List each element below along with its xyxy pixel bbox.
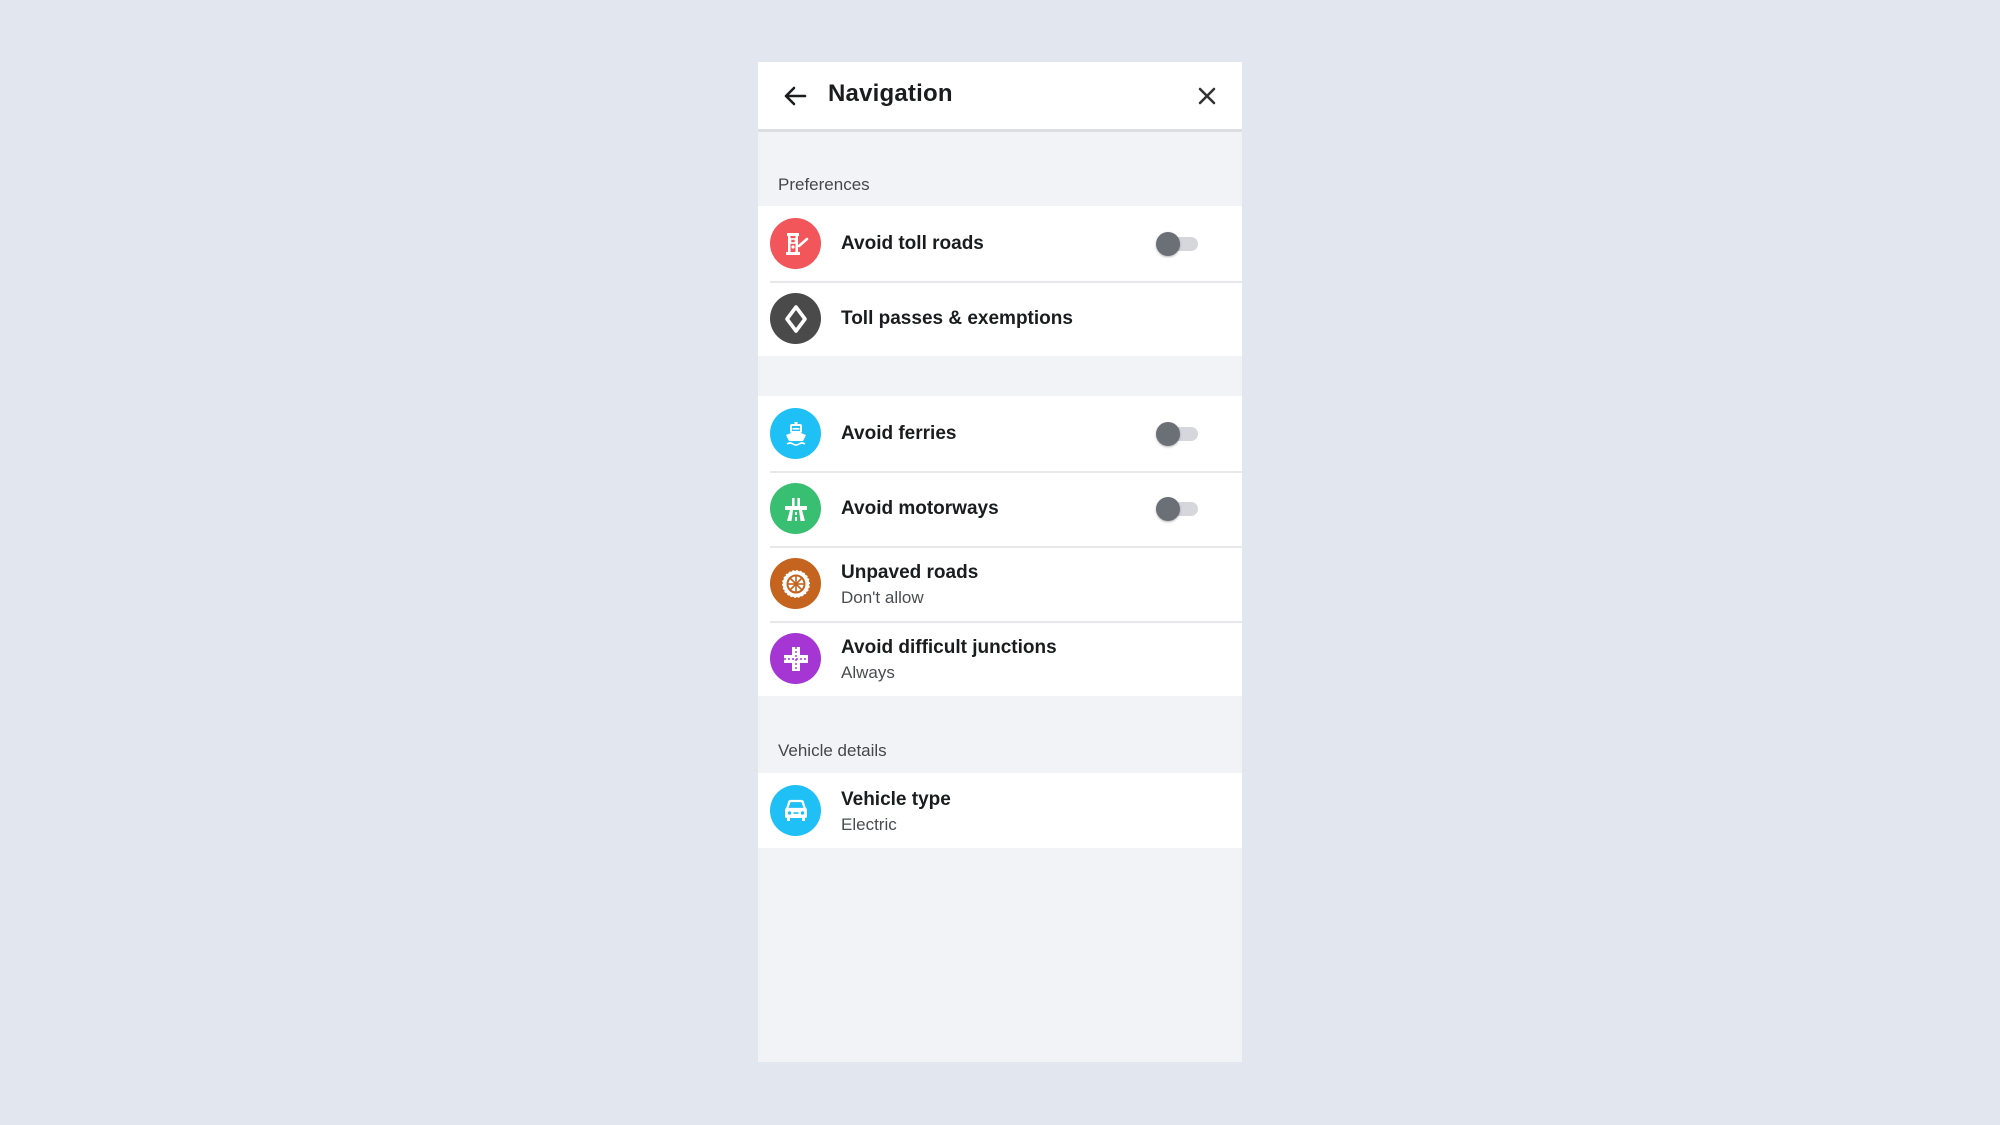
toll-booth-icon	[770, 218, 821, 269]
avoid-toll-roads-toggle[interactable]	[1156, 232, 1200, 256]
avoid-motorways-toggle[interactable]	[1156, 497, 1200, 521]
toll-passes-row[interactable]: Toll passes & exemptions	[758, 281, 1242, 356]
avoid-difficult-junctions-row[interactable]: Avoid difficult junctions Always	[758, 621, 1242, 696]
close-button[interactable]	[1190, 79, 1224, 113]
tire-icon	[770, 558, 821, 609]
toll-group: Avoid toll roads Toll passes & exemption…	[758, 206, 1242, 356]
avoid-ferries-toggle[interactable]	[1156, 422, 1200, 446]
route-options-group: Avoid ferries Avoid motorways Unpaved ro…	[758, 396, 1242, 696]
toggle-knob	[1156, 232, 1180, 256]
arrow-left-icon	[784, 86, 807, 106]
motorway-icon	[770, 483, 821, 534]
close-icon	[1198, 87, 1216, 105]
section-label-vehicle-details: Vehicle details	[778, 741, 887, 760]
navigation-settings-panel: Navigation Preferences Avoid toll roads …	[758, 62, 1242, 1062]
row-title: Toll passes & exemptions	[841, 308, 1073, 329]
vehicle-type-row[interactable]: Vehicle type Electric	[758, 773, 1242, 848]
car-icon	[770, 785, 821, 836]
row-title: Avoid ferries	[841, 423, 957, 444]
row-title: Avoid toll roads	[841, 233, 984, 254]
vehicle-group: Vehicle type Electric	[758, 773, 1242, 848]
avoid-motorways-row[interactable]: Avoid motorways	[758, 471, 1242, 546]
diamond-icon	[770, 293, 821, 344]
junction-icon	[770, 633, 821, 684]
row-title: Avoid motorways	[841, 498, 999, 519]
back-button[interactable]	[778, 79, 812, 113]
toggle-knob	[1156, 422, 1180, 446]
row-subtitle: Always	[841, 663, 895, 682]
page-title: Navigation	[828, 80, 953, 107]
row-title: Avoid difficult junctions	[841, 637, 1057, 658]
avoid-toll-roads-row[interactable]: Avoid toll roads	[758, 206, 1242, 281]
toggle-knob	[1156, 497, 1180, 521]
row-subtitle: Electric	[841, 815, 897, 834]
unpaved-roads-row[interactable]: Unpaved roads Don't allow	[758, 546, 1242, 621]
row-title: Unpaved roads	[841, 562, 979, 583]
ferry-icon	[770, 408, 821, 459]
row-subtitle: Don't allow	[841, 588, 924, 607]
section-label-preferences: Preferences	[778, 175, 870, 194]
row-title: Vehicle type	[841, 789, 951, 810]
avoid-ferries-row[interactable]: Avoid ferries	[758, 396, 1242, 471]
header-bar: Navigation	[758, 62, 1242, 132]
